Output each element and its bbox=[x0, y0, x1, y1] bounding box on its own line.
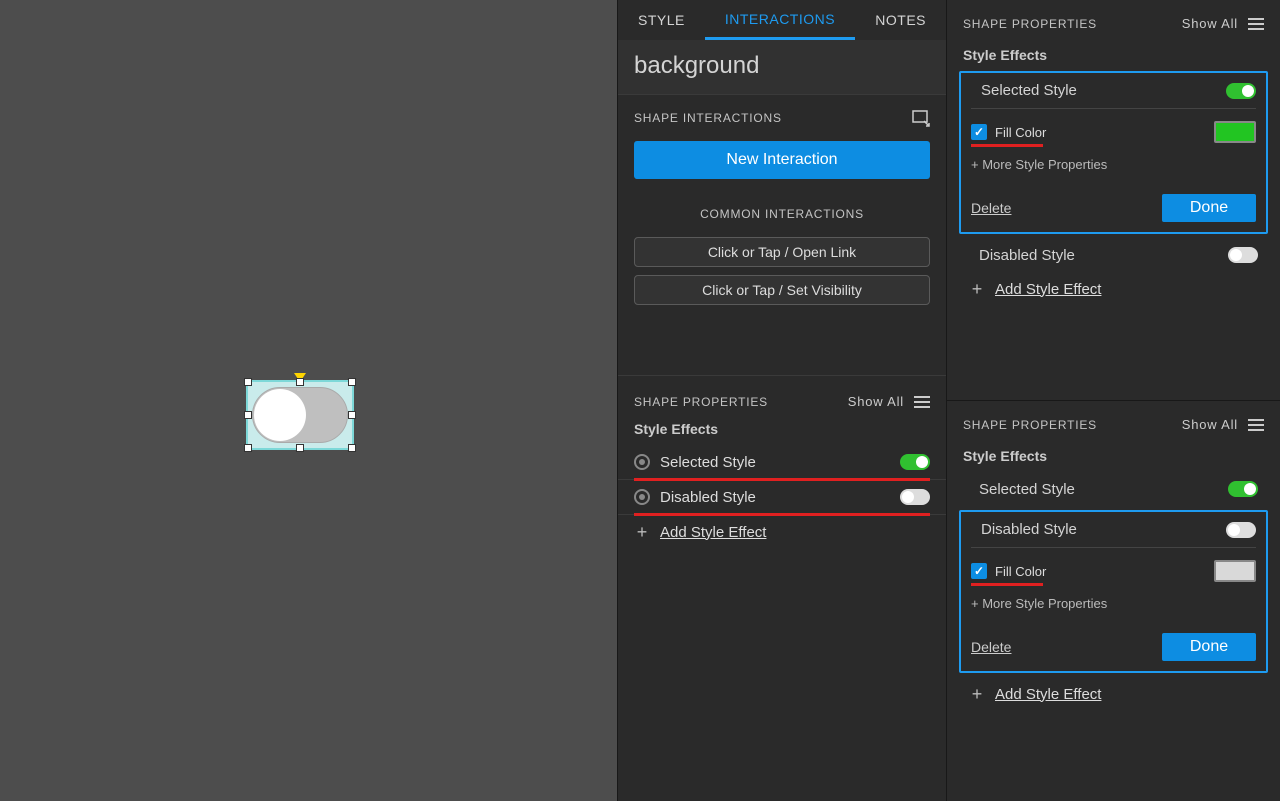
inspector-panel: STYLE INTERACTIONS NOTES background SHAP… bbox=[617, 0, 947, 801]
tab-notes[interactable]: NOTES bbox=[855, 0, 946, 40]
delete-link[interactable]: Delete bbox=[971, 639, 1011, 655]
add-style-effect-label: Add Style Effect bbox=[995, 686, 1101, 703]
detail-panel: SHAPE PROPERTIES Show All Style Effects … bbox=[947, 0, 1280, 801]
selected-style-editor: Selected Style Fill Color + More Style P… bbox=[959, 71, 1268, 234]
annotation-underline bbox=[634, 513, 930, 516]
target-icon bbox=[634, 454, 650, 470]
selected-style-toggle[interactable] bbox=[900, 454, 930, 470]
selected-style-toggle[interactable] bbox=[1228, 481, 1258, 497]
disabled-style-editor: Disabled Style Fill Color + More Style P… bbox=[959, 510, 1268, 673]
done-button[interactable]: Done bbox=[1162, 194, 1256, 222]
selected-style-label: Selected Style bbox=[660, 454, 890, 471]
selected-switch-widget[interactable] bbox=[246, 380, 354, 450]
show-all-link[interactable]: Show All bbox=[1182, 16, 1238, 31]
add-style-effect-label: Add Style Effect bbox=[660, 524, 766, 541]
fill-color-swatch-green[interactable] bbox=[1214, 121, 1256, 143]
annotation-underline bbox=[971, 144, 1043, 147]
common-interactions-title: COMMON INTERACTIONS bbox=[634, 207, 930, 221]
disabled-style-label: Disabled Style bbox=[979, 247, 1218, 264]
switch-knob bbox=[254, 389, 306, 441]
disabled-style-toggle[interactable] bbox=[900, 489, 930, 505]
style-effects-label: Style Effects bbox=[959, 47, 1268, 63]
selected-style-header-row[interactable]: Selected Style bbox=[971, 73, 1256, 109]
shape-properties-title: SHAPE PROPERTIES bbox=[963, 418, 1097, 432]
style-effects-label: Style Effects bbox=[959, 448, 1268, 464]
selected-style-label: Selected Style bbox=[979, 481, 1218, 498]
menu-icon[interactable] bbox=[914, 396, 930, 408]
fill-color-checkbox[interactable] bbox=[971, 124, 987, 140]
shape-interactions-title: SHAPE INTERACTIONS bbox=[634, 111, 782, 125]
shape-properties-title: SHAPE PROPERTIES bbox=[963, 17, 1097, 31]
selected-style-row[interactable]: Selected Style bbox=[959, 472, 1268, 506]
fill-color-label: Fill Color bbox=[995, 564, 1046, 579]
fill-color-row[interactable]: Fill Color bbox=[971, 121, 1256, 143]
plus-icon: + bbox=[634, 522, 650, 543]
add-style-effect-button[interactable]: + Add Style Effect bbox=[959, 272, 1268, 306]
annotation-underline bbox=[971, 583, 1043, 586]
resize-handle[interactable] bbox=[348, 378, 356, 386]
new-interaction-button[interactable]: New Interaction bbox=[634, 141, 930, 179]
presentation-icon[interactable] bbox=[912, 109, 930, 127]
resize-handle[interactable] bbox=[348, 411, 356, 419]
disabled-style-row[interactable]: Disabled Style bbox=[959, 238, 1268, 272]
resize-handle[interactable] bbox=[244, 378, 252, 386]
switch-track bbox=[252, 387, 348, 443]
fill-color-swatch-grey[interactable] bbox=[1214, 560, 1256, 582]
more-style-properties-link[interactable]: + More Style Properties bbox=[971, 157, 1256, 172]
target-icon bbox=[634, 489, 650, 505]
selected-style-toggle[interactable] bbox=[1226, 83, 1256, 99]
add-style-effect-label: Add Style Effect bbox=[995, 281, 1101, 298]
resize-handle[interactable] bbox=[244, 411, 252, 419]
add-style-effect-button[interactable]: + Add Style Effect bbox=[959, 677, 1268, 711]
disabled-style-row[interactable]: Disabled Style bbox=[634, 480, 930, 514]
show-all-link[interactable]: Show All bbox=[1182, 417, 1238, 432]
inspector-tabs: STYLE INTERACTIONS NOTES bbox=[618, 0, 946, 40]
plus-icon: + bbox=[969, 684, 985, 705]
tab-interactions[interactable]: INTERACTIONS bbox=[705, 0, 855, 40]
style-effects-label: Style Effects bbox=[634, 421, 930, 437]
done-button[interactable]: Done bbox=[1162, 633, 1256, 661]
tab-style[interactable]: STYLE bbox=[618, 0, 705, 40]
common-interaction-open-link[interactable]: Click or Tap / Open Link bbox=[634, 237, 930, 267]
resize-handle[interactable] bbox=[348, 444, 356, 452]
shape-properties-title: SHAPE PROPERTIES bbox=[634, 395, 768, 409]
disabled-style-toggle[interactable] bbox=[1226, 522, 1256, 538]
disabled-style-header-row[interactable]: Disabled Style bbox=[971, 512, 1256, 548]
fill-color-checkbox[interactable] bbox=[971, 563, 987, 579]
canvas-area[interactable] bbox=[0, 0, 617, 801]
delete-link[interactable]: Delete bbox=[971, 200, 1011, 216]
resize-handle[interactable] bbox=[244, 444, 252, 452]
common-interaction-set-visibility[interactable]: Click or Tap / Set Visibility bbox=[634, 275, 930, 305]
disabled-style-label: Disabled Style bbox=[660, 489, 890, 506]
fill-color-row[interactable]: Fill Color bbox=[971, 560, 1256, 582]
show-all-link[interactable]: Show All bbox=[848, 394, 904, 409]
more-style-properties-link[interactable]: + More Style Properties bbox=[971, 596, 1256, 611]
selected-style-row[interactable]: Selected Style bbox=[634, 445, 930, 479]
plus-icon: + bbox=[969, 279, 985, 300]
menu-icon[interactable] bbox=[1248, 18, 1264, 30]
fill-color-label: Fill Color bbox=[995, 125, 1046, 140]
menu-icon[interactable] bbox=[1248, 419, 1264, 431]
disabled-style-label: Disabled Style bbox=[981, 521, 1216, 538]
resize-handle[interactable] bbox=[296, 444, 304, 452]
object-name: background bbox=[618, 40, 946, 95]
selected-style-label: Selected Style bbox=[981, 82, 1216, 99]
add-style-effect-button[interactable]: + Add Style Effect bbox=[634, 515, 930, 549]
disabled-style-toggle[interactable] bbox=[1228, 247, 1258, 263]
resize-handle[interactable] bbox=[296, 378, 304, 386]
